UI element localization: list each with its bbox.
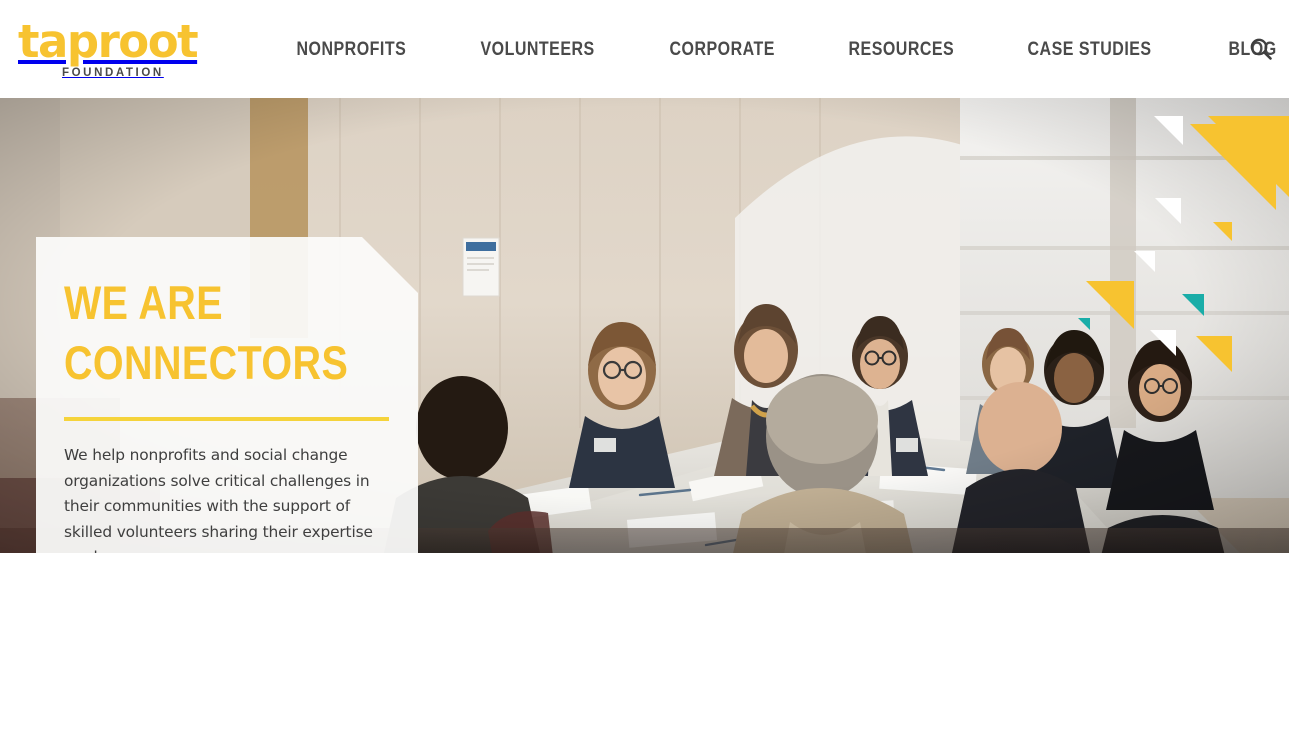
search-icon[interactable] bbox=[1247, 36, 1275, 64]
promo-cards-section: NONPROFITS Connect with skilled voluntee… bbox=[0, 553, 1289, 736]
hero-title-line1: WE ARE bbox=[64, 276, 223, 329]
hero-title-line2: CONNECTORS bbox=[64, 336, 349, 389]
nav-item-case-studies[interactable]: CASE STUDIES bbox=[1007, 38, 1172, 61]
site-header: taproot FOUNDATION NONPROFITS VOLUNTEERS… bbox=[0, 0, 1289, 98]
nav-item-corporate[interactable]: CORPORATE bbox=[649, 38, 795, 61]
nav-item-resources[interactable]: RESOURCES bbox=[828, 38, 975, 61]
hero-content: WE ARE CONNECTORS We help nonprofits and… bbox=[64, 273, 404, 553]
nav-item-volunteers[interactable]: VOLUNTEERS bbox=[460, 38, 615, 61]
nav-item-nonprofits[interactable]: NONPROFITS bbox=[276, 38, 427, 61]
logo-subtitle: FOUNDATION bbox=[62, 67, 164, 79]
site-logo[interactable]: taproot FOUNDATION bbox=[18, 15, 199, 79]
logo-wordmark: taproot bbox=[18, 15, 199, 68]
hero-divider bbox=[64, 417, 389, 421]
hero-section: WE ARE CONNECTORS We help nonprofits and… bbox=[0, 98, 1289, 553]
search-glyph bbox=[1250, 38, 1272, 60]
hero-body-text: We help nonprofits and social change org… bbox=[64, 446, 373, 553]
main-navigation: NONPROFITS VOLUNTEERS CORPORATE RESOURCE… bbox=[276, 0, 1289, 98]
